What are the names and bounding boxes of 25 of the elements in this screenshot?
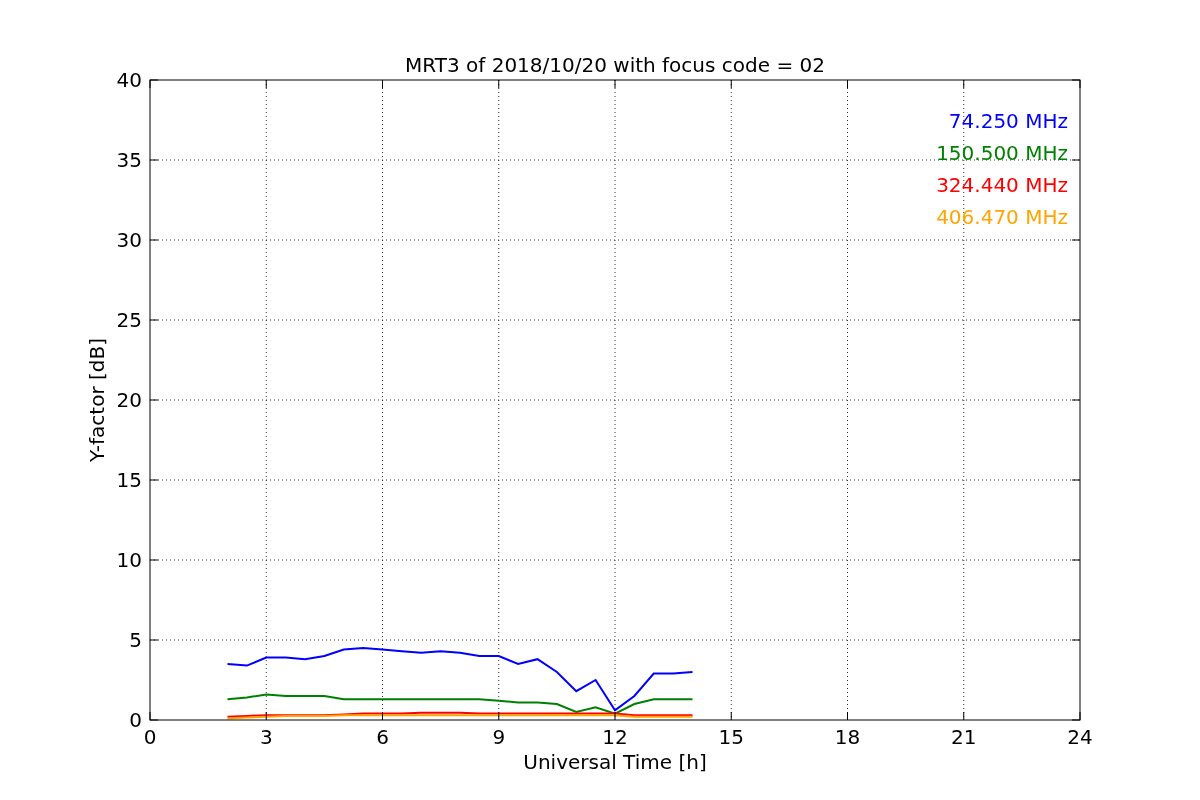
y-tick-label: 5 — [129, 628, 142, 652]
y-tick-label: 30 — [116, 228, 142, 252]
x-tick-label: 3 — [259, 725, 273, 749]
y-tick-label: 25 — [116, 308, 142, 332]
y-axis-label: Y-factor [dB] — [85, 338, 109, 462]
y-tick-label: 20 — [116, 388, 142, 412]
y-tick-label: 15 — [116, 468, 142, 492]
y-tick-label: 10 — [116, 548, 142, 572]
chart-title: MRT3 of 2018/10/20 with focus code = 02 — [405, 53, 825, 77]
x-axis-label: Universal Time [h] — [523, 750, 707, 774]
x-tick-label: 24 — [1067, 725, 1093, 749]
legend-label: 324.440 MHz — [936, 173, 1068, 197]
legend-label: 74.250 MHz — [948, 109, 1068, 133]
y-tick-label: 40 — [116, 68, 142, 92]
x-tick-label: 6 — [376, 725, 389, 749]
x-tick-label: 18 — [834, 725, 861, 749]
legend-label: 150.500 MHz — [936, 141, 1068, 165]
y-tick-label: 0 — [129, 708, 142, 732]
y-tick-label: 35 — [116, 148, 142, 172]
legend-label: 406.470 MHz — [936, 205, 1068, 229]
x-tick-label: 12 — [602, 725, 628, 749]
x-tick-label: 15 — [718, 725, 744, 749]
x-tick-label: 0 — [143, 725, 157, 749]
x-tick-label: 9 — [492, 725, 506, 749]
x-tick-label: 21 — [951, 725, 977, 749]
